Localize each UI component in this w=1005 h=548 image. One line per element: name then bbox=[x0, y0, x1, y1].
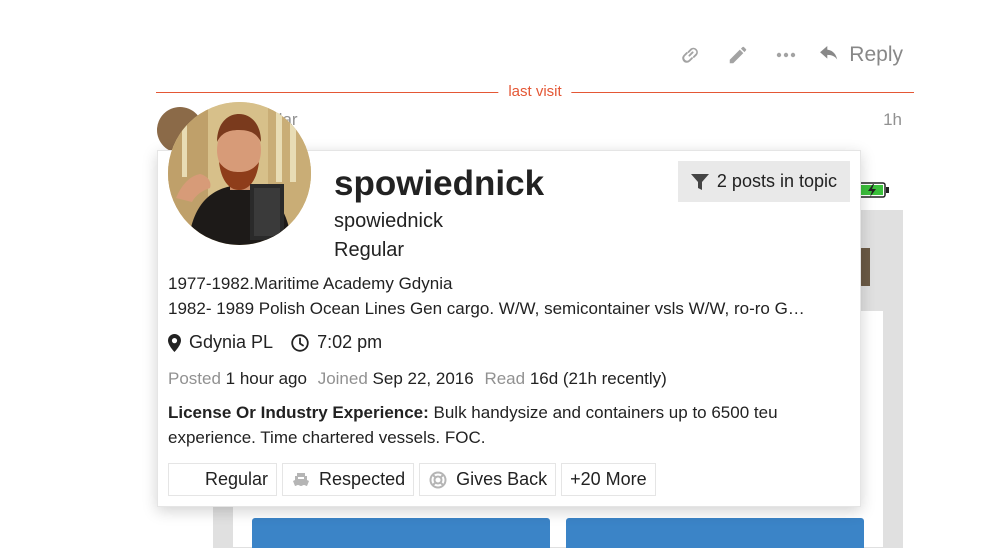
badge-label: Gives Back bbox=[456, 469, 548, 489]
card-username[interactable]: spowiednick bbox=[334, 163, 544, 205]
user-stats: Posted 1 hour ago Joined Sep 22, 2016 Re… bbox=[168, 368, 667, 390]
badge-label: Regular bbox=[205, 469, 269, 489]
custom-field: License Or Industry Experience: Bulk han… bbox=[168, 400, 848, 450]
filter-icon bbox=[690, 173, 709, 190]
badge-label: +20 More bbox=[570, 469, 647, 489]
location-text: Gdynia PL bbox=[189, 332, 274, 352]
joined-value: Sep 22, 2016 bbox=[372, 369, 474, 388]
badge-respected[interactable]: Respected bbox=[282, 463, 415, 496]
user-bio: 1977-1982.Maritime Academy Gdynia 1982- … bbox=[168, 271, 852, 321]
posted-value[interactable]: 1 hour ago bbox=[226, 369, 307, 388]
message-button[interactable] bbox=[252, 518, 550, 548]
pencil-icon[interactable] bbox=[721, 38, 755, 72]
more-badges-button[interactable]: +20 More bbox=[561, 463, 656, 496]
bio-line: 1982- 1989 Polish Ocean Lines Gen cargo.… bbox=[168, 299, 805, 318]
ellipsis-icon[interactable] bbox=[769, 38, 803, 72]
blank-icon bbox=[177, 470, 197, 490]
post-actions-bar: Reply bbox=[673, 38, 905, 72]
joined-label: Joined bbox=[317, 369, 368, 388]
posts-in-topic-button[interactable]: 2 posts in topic bbox=[677, 161, 850, 202]
local-time-text: 7:02 pm bbox=[317, 332, 383, 352]
badge-gives-back[interactable]: Gives Back bbox=[419, 463, 557, 496]
location-row: Gdynia PL 7:02 pm bbox=[168, 332, 382, 353]
clock-icon bbox=[291, 333, 309, 352]
battery-icon bbox=[858, 182, 889, 198]
link-icon[interactable] bbox=[673, 38, 707, 72]
custom-field-label: License Or Industry Experience: bbox=[168, 403, 429, 422]
bio-line: 1977-1982.Maritime Academy Gdynia bbox=[168, 274, 453, 293]
reply-button[interactable]: Reply bbox=[817, 43, 905, 67]
map-marker-icon bbox=[168, 333, 181, 352]
badge-label: Respected bbox=[319, 469, 406, 489]
ship-icon bbox=[291, 470, 311, 490]
last-visit-label: last visit bbox=[498, 82, 572, 102]
card-avatar[interactable] bbox=[168, 102, 311, 245]
card-full-name: spowiednick bbox=[334, 210, 443, 232]
reply-label: Reply bbox=[849, 43, 903, 66]
lifebuoy-icon bbox=[428, 470, 448, 490]
read-value: 16d (21h recently) bbox=[529, 369, 667, 388]
reply-icon bbox=[820, 46, 838, 60]
posts-in-topic-label: 2 posts in topic bbox=[716, 171, 837, 191]
card-user-title: Regular bbox=[334, 239, 405, 261]
post-time[interactable]: 1h bbox=[883, 110, 902, 130]
last-visit-divider: last visit bbox=[156, 82, 914, 102]
chat-button[interactable] bbox=[566, 518, 864, 548]
badge-regular[interactable]: Regular bbox=[168, 463, 278, 496]
read-label: Read bbox=[484, 369, 526, 388]
badge-list: Regular Respected Gives Back +20 More bbox=[168, 463, 656, 496]
posted-label: Posted bbox=[168, 369, 221, 388]
